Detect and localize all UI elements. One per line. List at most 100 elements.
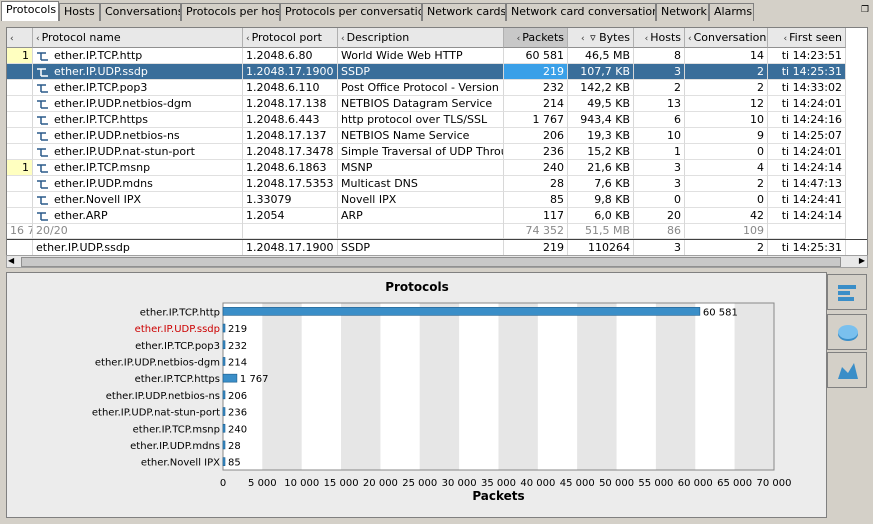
bar [222,423,226,433]
cell-hosts: 10 [634,128,685,144]
sort-arrow-icon: ‹ [341,34,345,44]
cell-description: Simple Traversal of UDP Through [338,144,504,160]
cell-protocol-name: ether.IP.UDP.netbios-dgm [33,96,243,112]
cell-text: 1.2054 [246,209,285,222]
tab-network[interactable]: Network [656,3,709,21]
scroll-left-icon[interactable]: ◀ [8,256,14,265]
protocol-tree-icon [37,52,48,61]
x-tick-label: 35 000 [481,478,516,489]
area-chart-button[interactable] [827,352,867,388]
cell-text: 206 [543,129,564,142]
cell-text: NETBIOS Datagram Service [341,97,493,110]
tab-network-cards[interactable]: Network cards [422,3,506,21]
cell-text: 107,7 KB [580,65,630,78]
category-label: ether.IP.TCP.pop3 [135,341,220,352]
cell-text: 3 [674,161,681,174]
column-header-hosts[interactable]: ‹ Hosts [634,28,685,48]
column-header-protocol-port[interactable]: ‹ Protocol port [243,28,338,48]
column-header-label: Protocol name [41,31,121,44]
tab-hosts[interactable]: Hosts [59,3,100,21]
cell-packets: 236 [504,144,568,160]
category-label: ether.IP.UDP.netbios-ns [106,391,220,402]
cell-protocol-name: ether.IP.UDP.netbios-ns [33,128,243,144]
tab-protocols[interactable]: Protocols [1,1,59,21]
cell-packets: 85 [504,192,568,208]
tab-protocols-per-conversation[interactable]: Protocols per conversation [280,3,422,21]
scrollbar-thumb[interactable] [21,257,841,267]
cell-text: 109 [743,224,764,237]
value-label: 232 [228,341,247,352]
cell-packets: 232 [504,80,568,96]
table-row[interactable]: ether.IP.UDP.netbios-ns 1.2048.17.137 NETB… [7,128,867,144]
cell-text: 1.2048.6.110 [246,81,320,94]
summary-row[interactable]: ether.IP.UDP.ssdp 1.2048.17.1900 SSDP 219 11… [7,239,867,256]
value-label: 85 [228,458,241,469]
cell-protocol-port: 1.2048.6.443 [243,112,338,128]
column-header-label: Conversations [693,31,768,44]
bar-chart-button[interactable] [827,274,867,310]
tab-conversations[interactable]: Conversations [100,3,181,21]
cell-text: 117 [543,209,564,222]
category-label: ether.IP.TCP.https [135,374,220,385]
cell-bytes: 7,6 KB [568,176,634,192]
cell-index [7,80,33,96]
table-row[interactable]: 1 ether.IP.TCP.msnp 1.2048.6.1863 MSNP 240 21… [7,160,867,176]
cell-description [338,223,504,239]
tab-bar: Protocols Hosts Conversations Protocols per… [0,0,873,21]
tab-network-card-conversations[interactable]: Network card conversations [506,3,656,21]
pie-chart-button[interactable] [827,314,867,350]
column-header-index[interactable]: ‹ [7,28,33,48]
cell-hosts: 1 [634,144,685,160]
cell-text: 13 [667,97,681,110]
cell-packets: 206 [504,128,568,144]
cell-index: 1 [7,160,33,176]
column-header-protocol-name[interactable]: ‹ Protocol name [33,28,243,48]
column-header-packets[interactable]: ‹ Packets [504,28,568,48]
table-row[interactable]: ether.ARP 1.2054 ARP 117 6,0 KB 20 42 ti 14:24:… [7,208,867,224]
x-axis-label: Packets [472,489,524,503]
column-header-description[interactable]: ‹ Description [338,28,504,48]
cell-text: ether.Novell IPX [54,193,142,206]
restore-window-icon[interactable]: ❐ [861,5,871,15]
x-tick-label: 45 000 [560,478,595,489]
cell-text: 2 [757,81,764,94]
horizontal-scrollbar[interactable]: ◀ ▶ [6,255,868,268]
cell-protocol-port: 1.2048.17.138 [243,96,338,112]
table-row[interactable]: ether.IP.UDP.nat-stun-port 1.2048.17.3478… [7,144,867,160]
value-label: 60 581 [703,307,738,318]
cell-text: ether.IP.UDP.ssdp [36,241,130,254]
value-label: 28 [228,441,241,452]
column-header-label: Protocol port [251,31,322,44]
tab-protocols-per-host[interactable]: Protocols per host [181,3,280,21]
cell-index [7,128,33,144]
cell-first-seen: ti 14:47:13 [768,176,846,192]
cell-description: ARP [338,208,504,224]
table-row[interactable]: 1 ether.IP.TCP.http 1.2048.6.80 World Wide … [7,48,867,64]
column-header-conversations[interactable]: ‹ Conversations [685,28,768,48]
x-tick-label: 10 000 [284,478,319,489]
column-header-bytes[interactable]: ‹ ▿ Bytes [568,28,634,48]
bar [222,457,226,466]
cell-conversations: 2 [685,64,768,80]
protocol-tree-icon [37,148,48,157]
cell-text: 60 581 [525,49,565,62]
cell-first-seen: ti 14:24:14 [768,160,846,176]
scroll-right-icon[interactable]: ▶ [859,256,865,265]
table-row[interactable]: ether.IP.UDP.mdns 1.2048.17.5353 Multicast… [7,176,867,192]
totals-row[interactable]: 16 7 20/20 74 352 51,5 MB 86 109 [7,223,867,239]
table-row[interactable]: ether.Novell IPX 1.33079 Novell IPX 85 9,8 K… [7,192,867,208]
table-row[interactable]: ether.IP.TCP.pop3 1.2048.6.110 Post Office… [7,80,867,96]
value-label: 214 [228,357,247,368]
value-label: 1 767 [240,374,269,385]
table-row[interactable]: ether.IP.UDP.ssdp 1.2048.17.1900 SSDP 219 10… [7,64,867,80]
column-header-first-seen[interactable]: ‹ First seen [768,28,846,48]
table-row[interactable]: ether.IP.TCP.https 1.2048.6.443 http proto… [7,112,867,128]
cell-description: Novell IPX [338,192,504,208]
cell-protocol-name: ether.Novell IPX [33,192,243,208]
cell-description: SSDP [338,64,504,80]
bar [222,323,226,333]
cell-text: 214 [543,97,564,110]
table-row[interactable]: ether.IP.UDP.netbios-dgm 1.2048.17.138 NET… [7,96,867,112]
tab-alarms[interactable]: Alarms [709,3,754,21]
cell-index [7,96,33,112]
